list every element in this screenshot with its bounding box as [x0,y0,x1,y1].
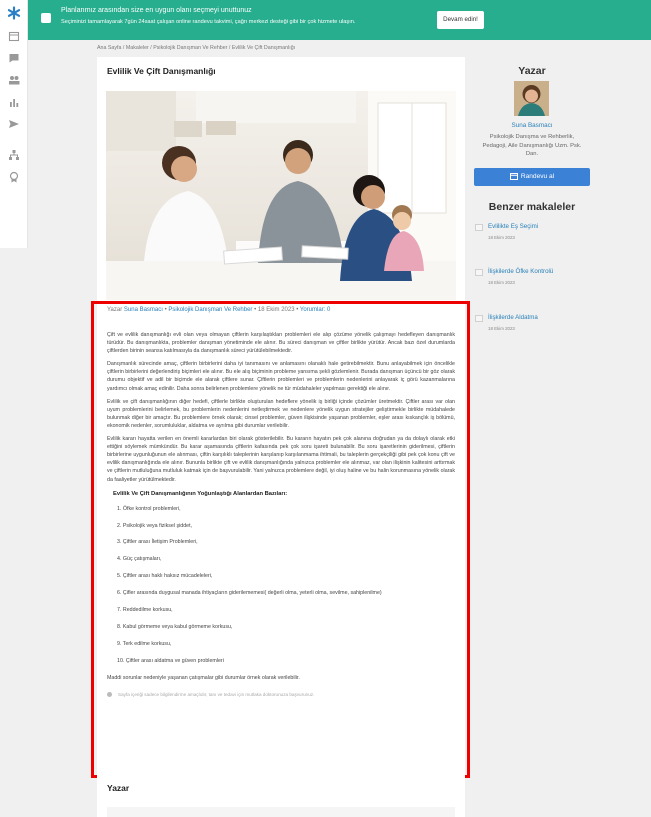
left-nav-sidebar [0,0,28,248]
article-thumbnail-icon [475,269,483,276]
info-icon [41,13,51,23]
plan-reminder-banner: Planlarımız arasından size en uygun olan… [28,0,651,40]
author-description: Psikolojik Danışma ve Rehberlik, Pedagoj… [482,134,582,157]
banner-title: Planlarımız arasından size en uygun olan… [61,7,252,14]
article-hero-image [106,91,456,300]
similar-article-item[interactable]: İlişkilerde Öfke Kontrolü 18 Ekim 2023 [474,268,590,292]
breadcrumb[interactable]: Ana Sayfa / Makaleler / Psikolojik Danış… [97,45,295,51]
stats-icon[interactable] [8,96,20,108]
author-section-title: Yazar [107,783,130,793]
appointment-button-label: Randevu al [520,173,555,180]
similar-article-date: 18 Ekim 2023 [488,280,515,285]
similar-article-item[interactable]: Evlilikte Eş Seçimi 18 Ekim 2023 [474,223,590,247]
article-title: Evlilik Ve Çift Danışmanlığı [107,66,216,76]
author-section: Yazar [97,775,465,817]
author-avatar[interactable] [514,81,549,116]
highlight-box [91,301,470,778]
article-thumbnail-icon [475,315,483,322]
similar-article-date: 18 Ekim 2023 [488,326,515,331]
badge-icon[interactable] [8,171,20,183]
continue-button[interactable]: Devam edin! [437,11,484,29]
calendar-icon[interactable] [8,30,20,42]
send-icon[interactable] [8,118,20,130]
similar-articles-title: Benzer makaleler [488,201,576,213]
users-icon[interactable] [8,74,20,86]
calendar-icon [509,173,518,180]
appointment-button[interactable]: Randevu al [474,168,590,186]
author-name-link[interactable]: Suna Basmacı [474,122,590,129]
banner-subtitle: Seçiminizi tamamlayarak 7gün 24saat çalı… [61,19,356,25]
article-thumbnail-icon [475,224,483,231]
similar-article-date: 18 Ekim 2023 [488,235,515,240]
author-section-content [107,807,455,817]
similar-article-title[interactable]: Evlilikte Eş Seçimi [488,223,538,230]
similar-article-title[interactable]: İlişkilerde Aldatma [488,314,538,321]
similar-article-title[interactable]: İlişkilerde Öfke Kontrolü [488,268,553,275]
author-widget-title: Yazar [518,65,546,77]
similar-article-item[interactable]: İlişkilerde Aldatma 18 Ekim 2023 [474,314,590,338]
message-icon[interactable] [8,52,20,64]
org-icon[interactable] [8,149,20,161]
logo-icon[interactable] [7,6,21,20]
